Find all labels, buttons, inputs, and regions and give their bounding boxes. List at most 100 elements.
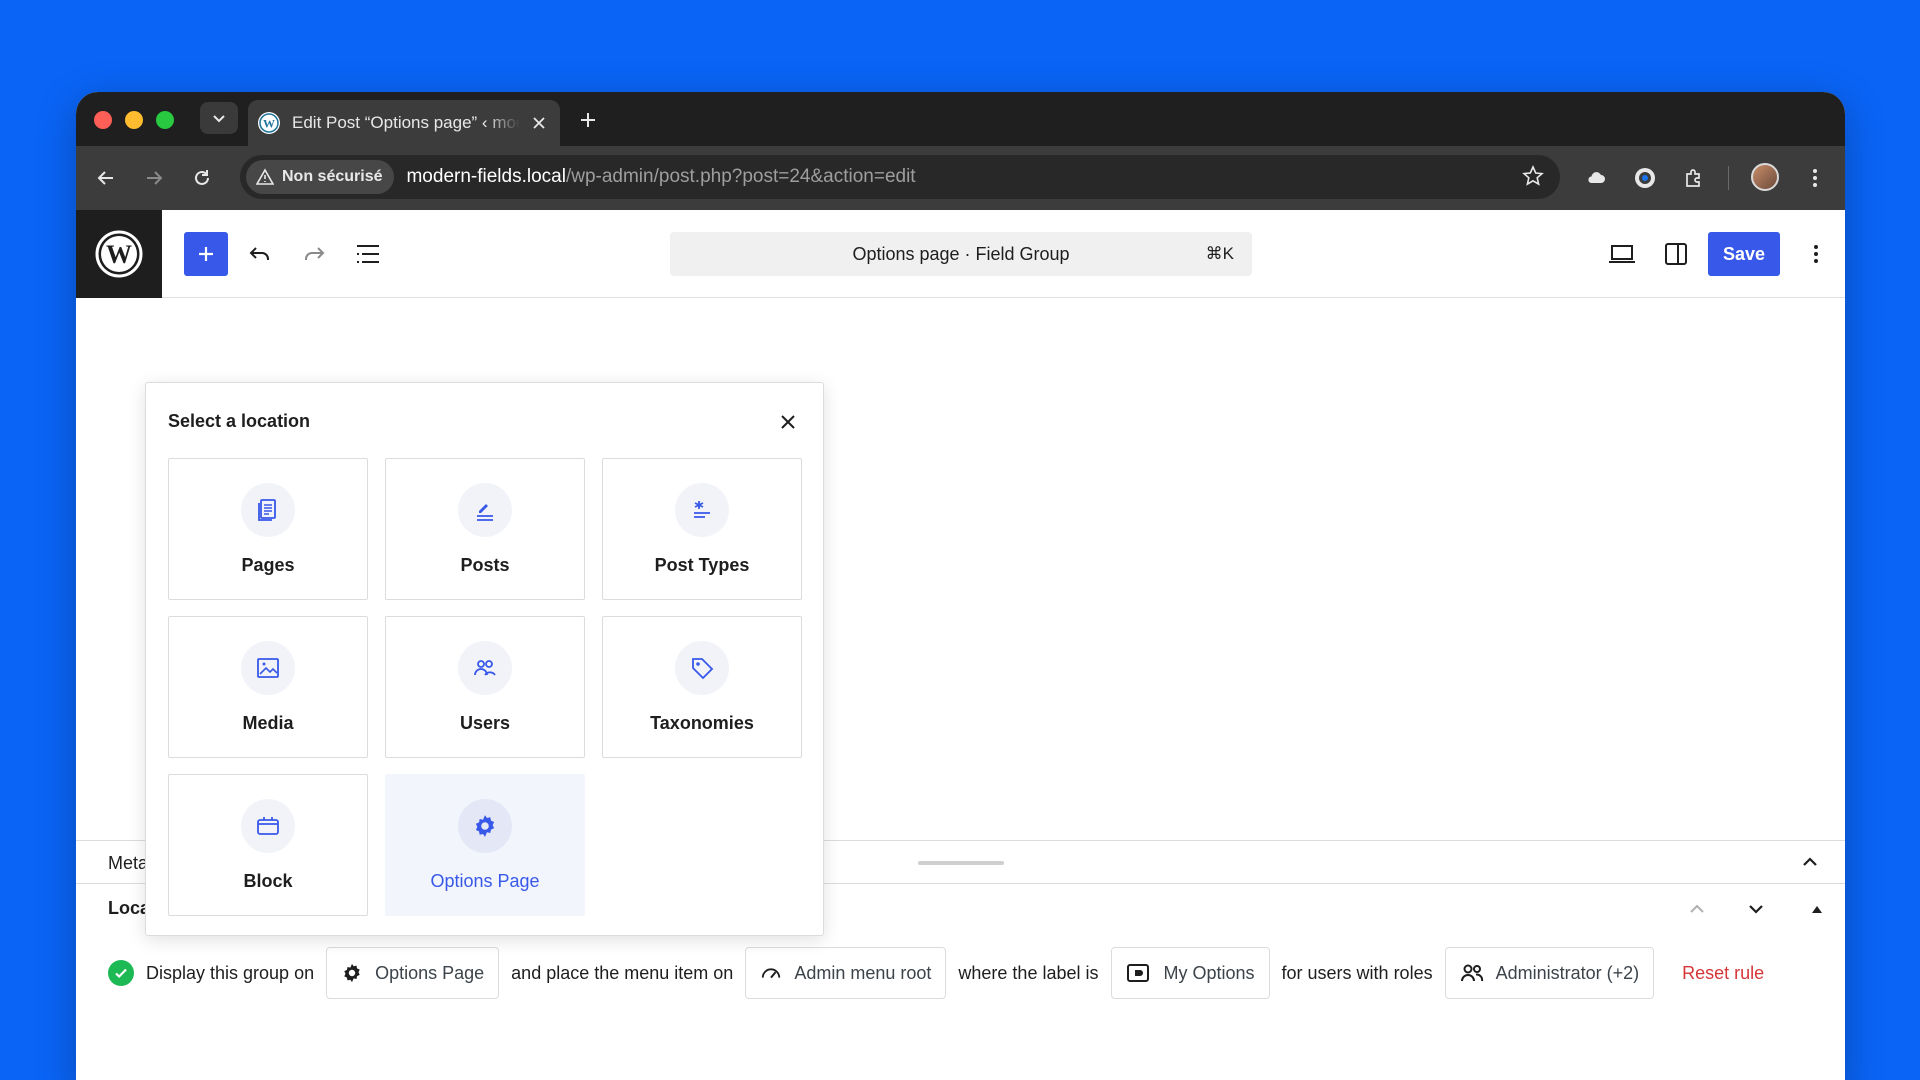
redo-icon[interactable] xyxy=(296,236,332,272)
location-type-value: Options Page xyxy=(375,962,485,983)
location-option-taxonomies[interactable]: Taxonomies xyxy=(602,616,802,758)
meta-boxes-label: Meta xyxy=(108,853,149,873)
close-window-button[interactable] xyxy=(94,111,112,129)
location-option-users[interactable]: Users xyxy=(385,616,585,758)
tag-icon xyxy=(675,641,729,695)
document-title: Options page · Field Group xyxy=(852,243,1070,264)
menu-position-button[interactable]: Admin menu root xyxy=(745,947,947,999)
extensions-puzzle-icon[interactable] xyxy=(1680,164,1708,192)
editor-header: W Options page · Field Group ⌘K Save xyxy=(76,210,1845,298)
block-inserter-button[interactable] xyxy=(184,232,228,276)
options-menu-icon[interactable] xyxy=(1798,236,1834,272)
url-path: /wp-admin/post.php?post=24&action=edit xyxy=(565,166,916,187)
tab-search-button[interactable] xyxy=(200,102,238,134)
gear-icon xyxy=(344,963,360,983)
url-text: modern-fields.local/wp-admin/post.php?po… xyxy=(406,166,915,188)
rule-prefix-text: Display this group on xyxy=(146,962,315,983)
rule-label-text: where the label is xyxy=(958,962,1099,983)
block-icon xyxy=(241,799,295,853)
select-location-popover: Select a location Pages Posts Post Types… xyxy=(145,382,824,936)
users-icon xyxy=(458,641,512,695)
users-icon xyxy=(1460,964,1483,982)
pages-icon xyxy=(241,483,295,537)
preview-device-icon[interactable] xyxy=(1604,236,1640,272)
browser-window: W Edit Post “Options page” ‹ modern-fiel… xyxy=(76,92,1845,1080)
command-shortcut: ⌘K xyxy=(1205,244,1234,263)
move-down-icon[interactable] xyxy=(1741,894,1771,924)
gear-icon xyxy=(458,799,512,853)
address-bar[interactable]: Non sécurisé modern-fields.local/wp-admi… xyxy=(240,155,1560,199)
location-option-block[interactable]: Block xyxy=(168,774,368,916)
location-type-button[interactable]: Options Page xyxy=(326,947,500,999)
gauge-icon xyxy=(762,968,781,979)
command-palette-bar[interactable]: Options page · Field Group ⌘K xyxy=(670,232,1252,276)
location-option-options-page[interactable]: Options Page xyxy=(385,774,585,916)
menu-label-button[interactable]: My Options xyxy=(1110,947,1270,999)
maximize-window-button[interactable] xyxy=(156,111,174,129)
location-option-label: Posts xyxy=(460,555,510,575)
collapse-toggle-icon[interactable] xyxy=(1802,894,1832,924)
cloud-extension-icon[interactable] xyxy=(1582,164,1610,192)
browser-tab[interactable]: W Edit Post “Options page” ‹ modern-fiel… xyxy=(248,100,560,146)
settings-sidebar-icon[interactable] xyxy=(1658,236,1694,272)
location-option-label: Taxonomies xyxy=(650,713,754,733)
wordpress-logo-icon[interactable]: W xyxy=(76,210,162,298)
wordpress-icon: W xyxy=(258,112,280,134)
bookmark-star-icon[interactable] xyxy=(1522,165,1544,192)
chevron-up-icon[interactable] xyxy=(1797,849,1823,880)
svg-text:W: W xyxy=(263,117,275,131)
rule-roles-text: for users with roles xyxy=(1281,962,1433,983)
location-options-grid: Pages Posts Post Types Media Users Taxon… xyxy=(168,458,802,916)
user-roles-value: Administrator (+2) xyxy=(1495,962,1640,983)
forward-icon[interactable] xyxy=(140,164,168,192)
location-option-label: Post Types xyxy=(654,555,750,575)
close-icon[interactable] xyxy=(773,407,803,437)
post-types-icon xyxy=(675,483,729,537)
svg-text:W: W xyxy=(106,240,132,269)
location-rule-row: Display this group on Options Page and p… xyxy=(108,946,1764,1000)
user-roles-button[interactable]: Administrator (+2) xyxy=(1444,947,1655,999)
location-option-post-types[interactable]: Post Types xyxy=(602,458,802,600)
label-icon xyxy=(1126,964,1149,982)
toolbar-divider xyxy=(1728,166,1729,190)
menu-position-value: Admin menu root xyxy=(794,962,932,983)
reset-rule-link[interactable]: Reset rule xyxy=(1682,963,1764,984)
url-host: modern-fields.local xyxy=(406,166,566,187)
popover-title: Select a location xyxy=(168,411,311,431)
security-chip[interactable]: Non sécurisé xyxy=(246,160,395,194)
location-option-label: Block xyxy=(243,871,293,891)
move-up-icon[interactable] xyxy=(1682,894,1712,924)
save-button[interactable]: Save xyxy=(1708,232,1780,276)
location-option-label: Media xyxy=(242,713,294,733)
media-icon xyxy=(241,641,295,695)
plus-icon xyxy=(199,247,213,261)
check-icon xyxy=(108,960,134,986)
new-tab-icon[interactable] xyxy=(574,106,602,134)
rule-menu-text: and place the menu item on xyxy=(511,962,734,983)
tab-title: Edit Post “Options page” ‹ modern-fields xyxy=(292,113,520,132)
menu-label-value: My Options xyxy=(1163,962,1255,983)
location-panel-title: Loca xyxy=(108,898,151,918)
tab-strip: W Edit Post “Options page” ‹ modern-fiel… xyxy=(76,92,1845,146)
location-option-label: Options Page xyxy=(430,871,540,891)
back-icon[interactable] xyxy=(92,164,120,192)
location-option-label: Pages xyxy=(241,555,295,575)
location-option-posts[interactable]: Posts xyxy=(385,458,585,600)
location-option-label: Users xyxy=(459,713,511,733)
undo-icon[interactable] xyxy=(242,236,278,272)
security-chip-label: Non sécurisé xyxy=(282,168,383,185)
location-option-pages[interactable]: Pages xyxy=(168,458,368,600)
close-tab-icon[interactable] xyxy=(528,112,550,134)
warning-icon xyxy=(256,168,274,185)
profile-avatar[interactable] xyxy=(1751,163,1779,191)
browser-menu-icon[interactable] xyxy=(1801,164,1829,192)
password-extension-icon[interactable] xyxy=(1631,164,1659,192)
reload-icon[interactable] xyxy=(188,164,216,192)
chevron-down-icon xyxy=(213,115,225,123)
minimize-window-button[interactable] xyxy=(125,111,143,129)
meta-boxes-resize-handle[interactable] xyxy=(918,861,1004,865)
posts-icon xyxy=(458,483,512,537)
location-option-media[interactable]: Media xyxy=(168,616,368,758)
document-overview-icon[interactable] xyxy=(350,236,386,272)
browser-toolbar: Non sécurisé modern-fields.local/wp-admi… xyxy=(76,146,1845,210)
